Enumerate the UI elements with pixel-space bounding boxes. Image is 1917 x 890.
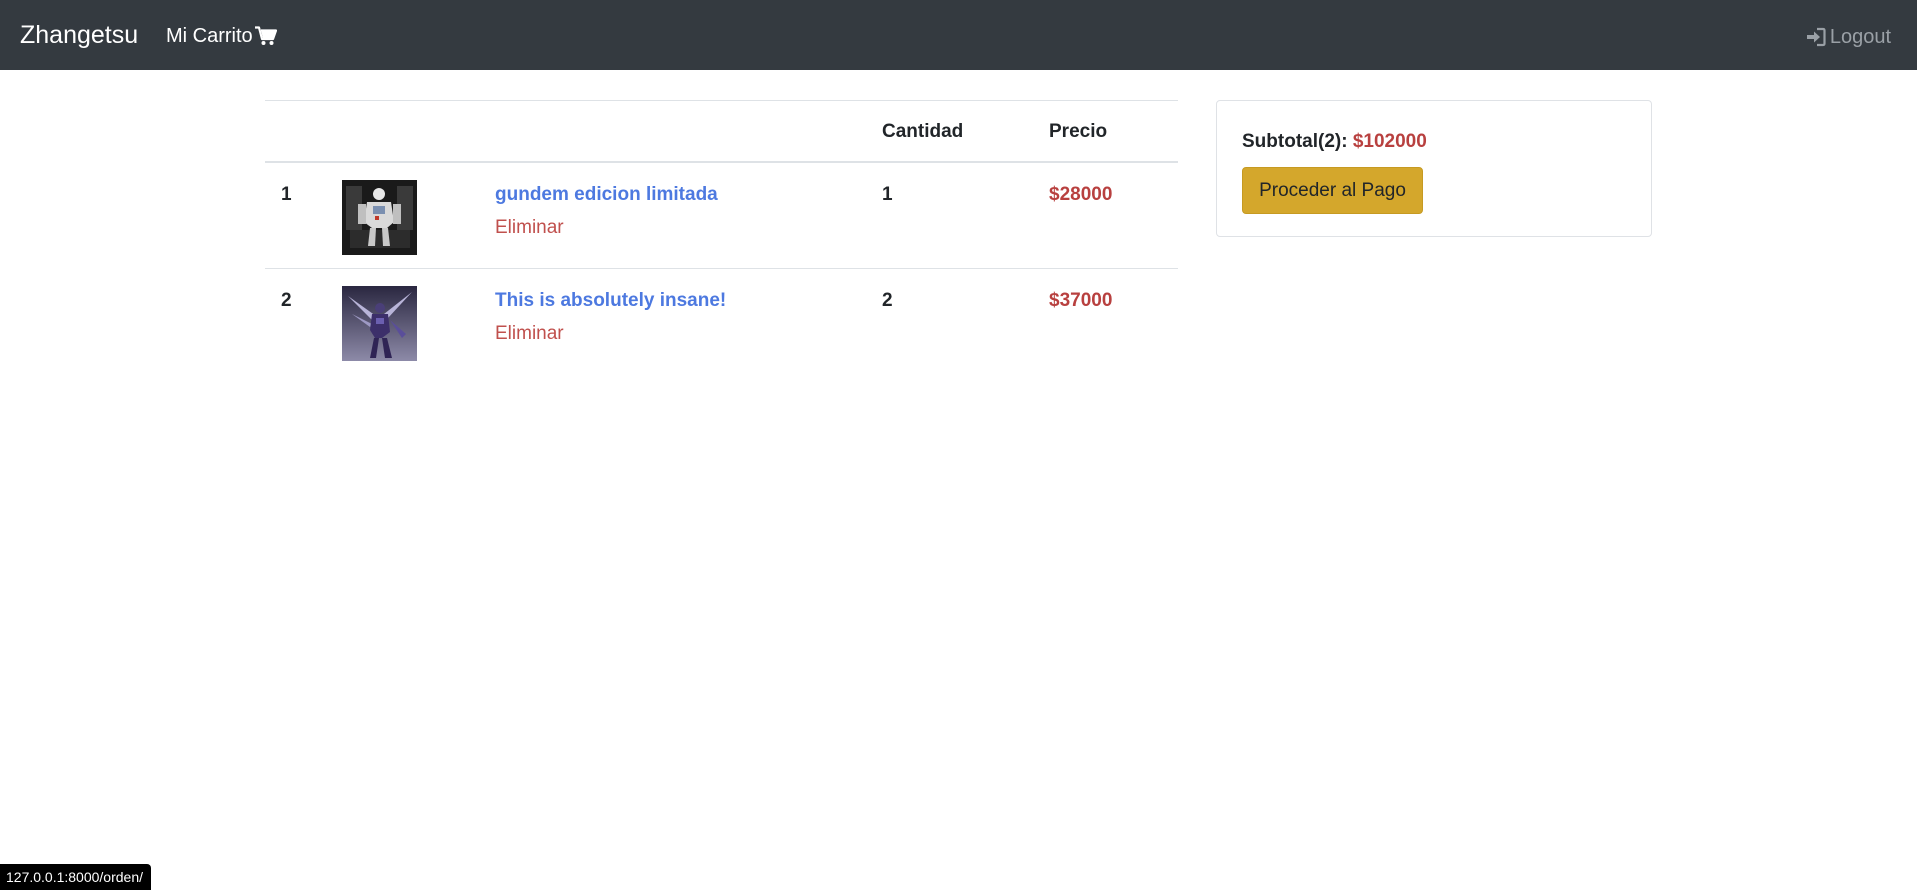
browser-status-url: 127.0.0.1:8000/orden/ xyxy=(0,864,152,890)
remove-item-link[interactable]: Eliminar xyxy=(495,217,564,239)
product-thumbnail[interactable] xyxy=(342,286,417,361)
white-mecha-figure-image xyxy=(342,180,417,255)
header-price: Precio xyxy=(1049,121,1108,142)
top-navbar: Zhangetsu Mi Carrito Logout xyxy=(0,0,1917,70)
table-row: 2 This is absolutely insane! Eliminar 2 … xyxy=(265,269,1178,374)
product-thumbnail[interactable] xyxy=(342,180,417,255)
subtotal-label: Subtotal(2): xyxy=(1242,131,1348,152)
brand-link[interactable]: Zhangetsu xyxy=(20,20,138,50)
my-cart-label: Mi Carrito xyxy=(166,25,253,47)
subtotal-amount: $102000 xyxy=(1352,131,1427,152)
subtotal-line: Subtotal(2): $102000 xyxy=(1242,131,1427,153)
purple-mecha-figure-image xyxy=(342,286,417,361)
order-summary-card: Subtotal(2): $102000 Proceder al Pago xyxy=(1216,100,1652,237)
sign-in-icon xyxy=(1806,27,1826,47)
remove-item-link[interactable]: Eliminar xyxy=(495,323,564,345)
row-price: $28000 xyxy=(1049,184,1113,205)
row-quantity: 2 xyxy=(882,290,893,311)
product-name-link[interactable]: This is absolutely insane! xyxy=(495,290,726,312)
row-index: 1 xyxy=(281,184,292,205)
logout-label: Logout xyxy=(1829,26,1891,48)
table-row: 1 gundem edicion limitada Eliminar 1 $28… xyxy=(265,163,1178,269)
table-header: Cantidad Precio xyxy=(265,101,1178,163)
row-price: $37000 xyxy=(1049,290,1113,311)
header-quantity: Cantidad xyxy=(882,121,964,142)
logout-link[interactable]: Logout xyxy=(1806,24,1891,50)
cart-table: Cantidad Precio 1 gundem edicion limitad… xyxy=(265,100,1178,374)
row-quantity: 1 xyxy=(882,184,893,205)
shopping-cart-icon xyxy=(254,26,277,45)
my-cart-link[interactable]: Mi Carrito xyxy=(166,23,277,49)
product-name-link[interactable]: gundem edicion limitada xyxy=(495,184,718,206)
row-index: 2 xyxy=(281,290,292,311)
proceed-to-payment-button[interactable]: Proceder al Pago xyxy=(1242,167,1423,214)
